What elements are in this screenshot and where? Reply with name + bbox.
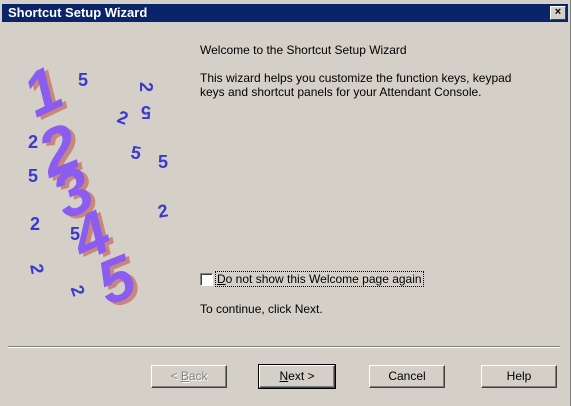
wizard-description: This wizard helps you customize the func… bbox=[200, 71, 512, 99]
close-button[interactable]: × bbox=[550, 6, 566, 20]
back-button[interactable]: < Back bbox=[151, 365, 227, 388]
arrow-glyph: 2 bbox=[26, 262, 47, 275]
arrow-glyph: 5 bbox=[78, 70, 88, 90]
arrow-glyph: 5 bbox=[28, 166, 38, 186]
back-rest: ack bbox=[188, 369, 208, 383]
arrow-glyph: 5 bbox=[141, 102, 151, 122]
arrow-glyph: 2 bbox=[156, 200, 169, 221]
back-prefix: < bbox=[170, 369, 181, 383]
back-accel: B bbox=[180, 369, 189, 383]
arrow-glyph: 2 bbox=[136, 82, 156, 92]
title-bar[interactable]: Shortcut Setup Wizard × bbox=[2, 4, 568, 22]
next-button[interactable]: Next > bbox=[258, 364, 336, 389]
window-title: Shortcut Setup Wizard bbox=[8, 5, 148, 20]
arrow-glyph: 2 bbox=[115, 107, 131, 129]
arrow-glyph: 2 bbox=[30, 214, 40, 234]
label-rest: o not show this Welcome page again bbox=[225, 272, 422, 286]
close-icon: × bbox=[554, 6, 562, 18]
next-accel: N bbox=[279, 369, 289, 383]
dont-show-again-checkbox[interactable] bbox=[200, 273, 213, 286]
cancel-button[interactable]: Cancel bbox=[369, 365, 445, 388]
next-rest: ext > bbox=[288, 369, 315, 383]
dont-show-again-label[interactable]: Do not show this Welcome page again bbox=[215, 271, 424, 287]
arrow-glyph: 2 bbox=[67, 283, 89, 299]
arrow-glyph: 5 bbox=[158, 152, 168, 172]
arrow-glyph: 5 bbox=[129, 142, 142, 163]
continue-hint: To continue, click Next. bbox=[200, 302, 323, 316]
separator bbox=[8, 346, 560, 348]
big-number-5: 5 bbox=[87, 242, 146, 310]
wizard-dialog: Shortcut Setup Wizard × 5225255522522 11… bbox=[0, 0, 571, 406]
accel-d: D bbox=[217, 272, 226, 286]
wizard-illustration: 5 22 5255522 522 1122334455 bbox=[18, 60, 170, 310]
welcome-heading: Welcome to the Shortcut Setup Wizard bbox=[200, 43, 407, 57]
help-button[interactable]: Help bbox=[481, 365, 557, 388]
